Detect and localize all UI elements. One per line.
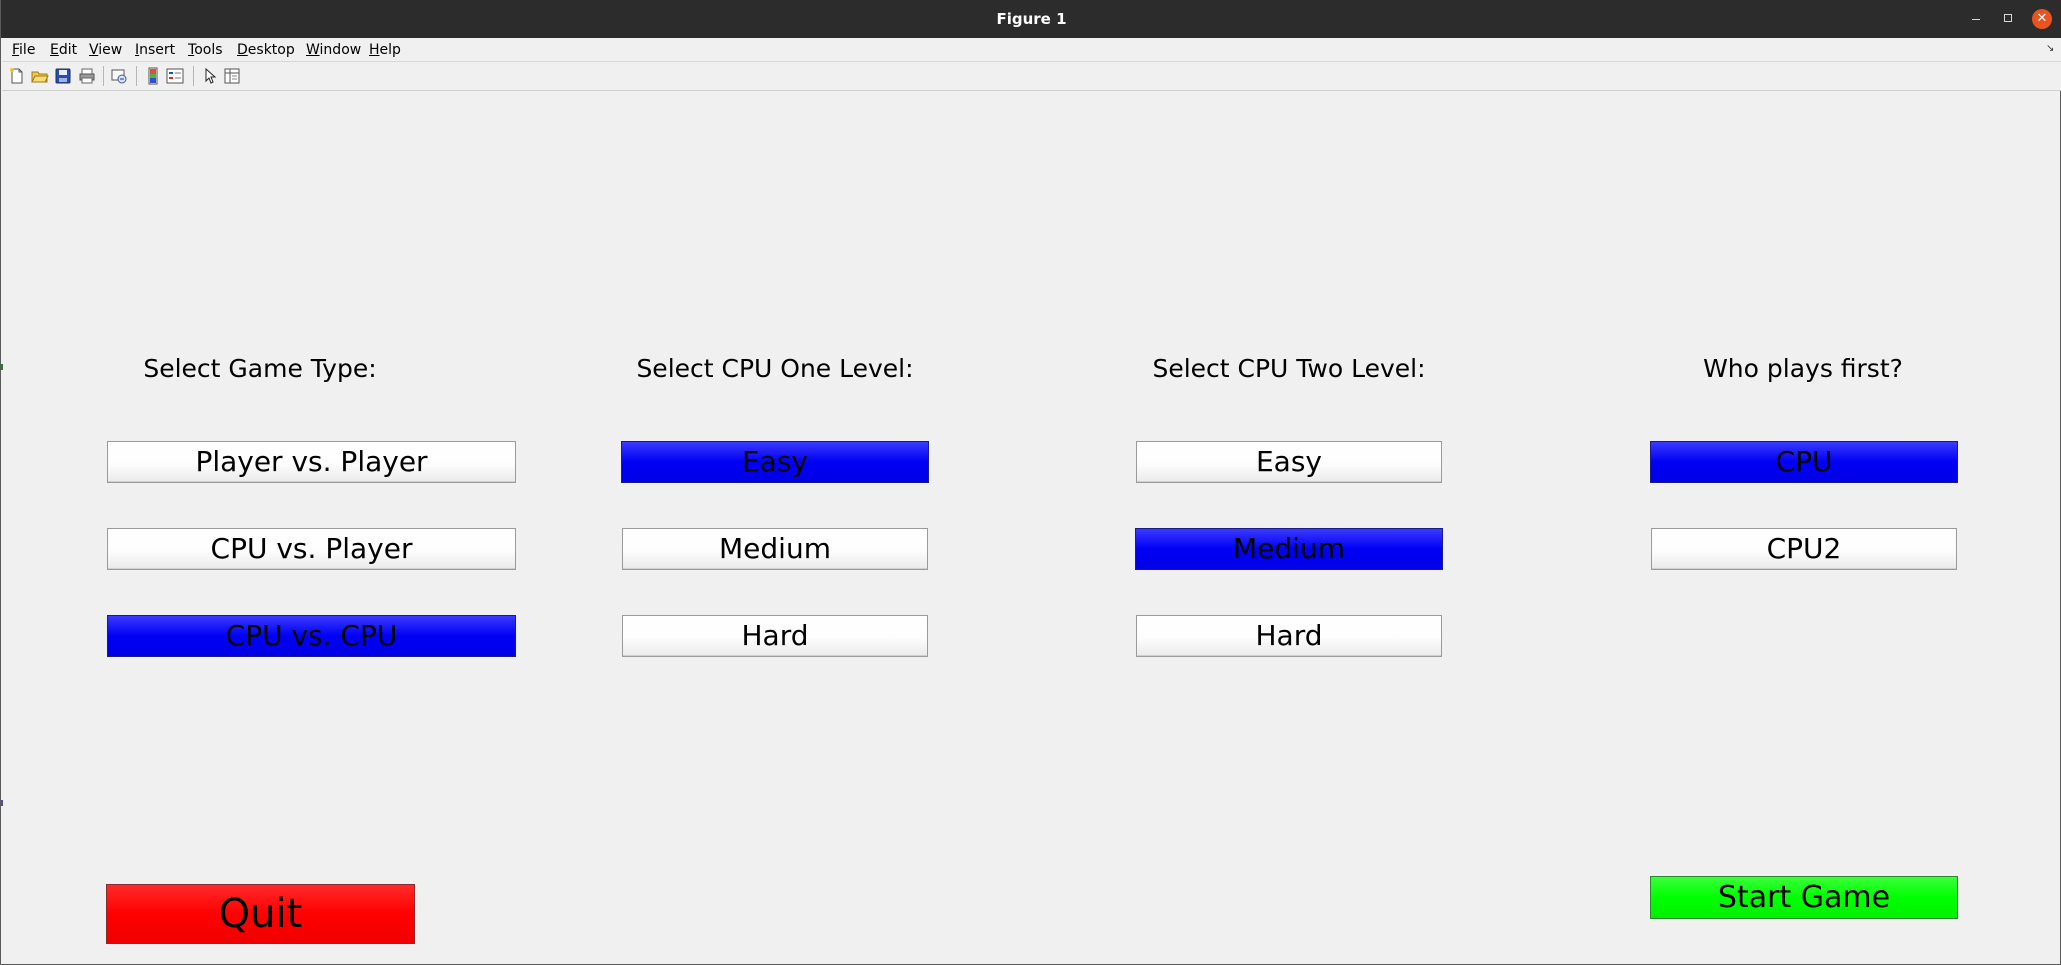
open-file-icon[interactable]	[31, 67, 49, 85]
game-type-cpu-vs-player-button[interactable]: CPU vs. Player	[107, 528, 516, 570]
menu-window[interactable]: Window	[306, 41, 361, 59]
legend-icon[interactable]	[166, 67, 184, 85]
toolbar-separator	[103, 66, 104, 86]
cpu-one-hard-button[interactable]: Hard	[622, 615, 928, 657]
edit-plot-arrow-icon[interactable]	[201, 67, 219, 85]
menu-bar: File Edit View Insert Tools Desktop Wind…	[2, 38, 2061, 62]
cpu-two-hard-button[interactable]: Hard	[1136, 615, 1442, 657]
new-figure-icon[interactable]	[8, 67, 26, 85]
menu-edit[interactable]: Edit	[50, 41, 77, 59]
menu-view[interactable]: View	[89, 41, 122, 59]
cpu-two-level-label: Select CPU Two Level:	[1152, 354, 1426, 383]
cpu-one-medium-button[interactable]: Medium	[622, 528, 928, 570]
toolbar-separator	[193, 66, 194, 86]
figure-toolbar	[2, 62, 2061, 91]
minimize-icon[interactable]	[1966, 9, 1986, 29]
menu-insert[interactable]: Insert	[135, 41, 175, 59]
first-player-cpu2-button[interactable]: CPU2	[1651, 528, 1957, 570]
game-type-player-vs-player-button[interactable]: Player vs. Player	[107, 441, 516, 483]
close-icon[interactable]: ✕	[2032, 9, 2052, 29]
toolbar-separator	[136, 66, 137, 86]
start-game-button[interactable]: Start Game	[1650, 876, 1958, 919]
quit-button[interactable]: Quit	[106, 884, 415, 944]
print-icon[interactable]	[78, 67, 96, 85]
cpu-two-medium-button[interactable]: Medium	[1135, 528, 1443, 570]
cpu-one-easy-button[interactable]: Easy	[621, 441, 929, 483]
property-inspector-icon[interactable]	[223, 67, 241, 85]
menu-help[interactable]: Help	[369, 41, 401, 59]
colorbar-icon[interactable]	[144, 67, 162, 85]
first-player-cpu-button[interactable]: CPU	[1650, 441, 1958, 483]
menu-desktop[interactable]: Desktop	[237, 41, 295, 59]
who-plays-first-label: Who plays first?	[1703, 354, 1903, 383]
menu-file[interactable]: File	[12, 41, 35, 59]
cpu-two-easy-button[interactable]: Easy	[1136, 441, 1442, 483]
window-title: Figure 1	[996, 10, 1067, 28]
menu-tools[interactable]: Tools	[188, 41, 223, 59]
edge-mark	[1, 800, 3, 806]
title-bar[interactable]: Figure 1 ✕	[1, 0, 2061, 38]
figure-window: Figure 1 ✕ File Edit View Insert Tools D…	[0, 0, 2061, 965]
game-type-cpu-vs-cpu-button[interactable]: CPU vs. CPU	[107, 615, 516, 657]
menubar-dock-arrow-icon[interactable]: ↘	[2046, 43, 2054, 54]
edge-mark	[1, 364, 3, 370]
save-icon[interactable]	[54, 67, 72, 85]
cpu-one-level-label: Select CPU One Level:	[636, 354, 914, 383]
game-type-label: Select Game Type:	[143, 354, 377, 383]
link-plot-icon[interactable]	[110, 67, 128, 85]
maximize-icon[interactable]	[1999, 9, 2019, 29]
